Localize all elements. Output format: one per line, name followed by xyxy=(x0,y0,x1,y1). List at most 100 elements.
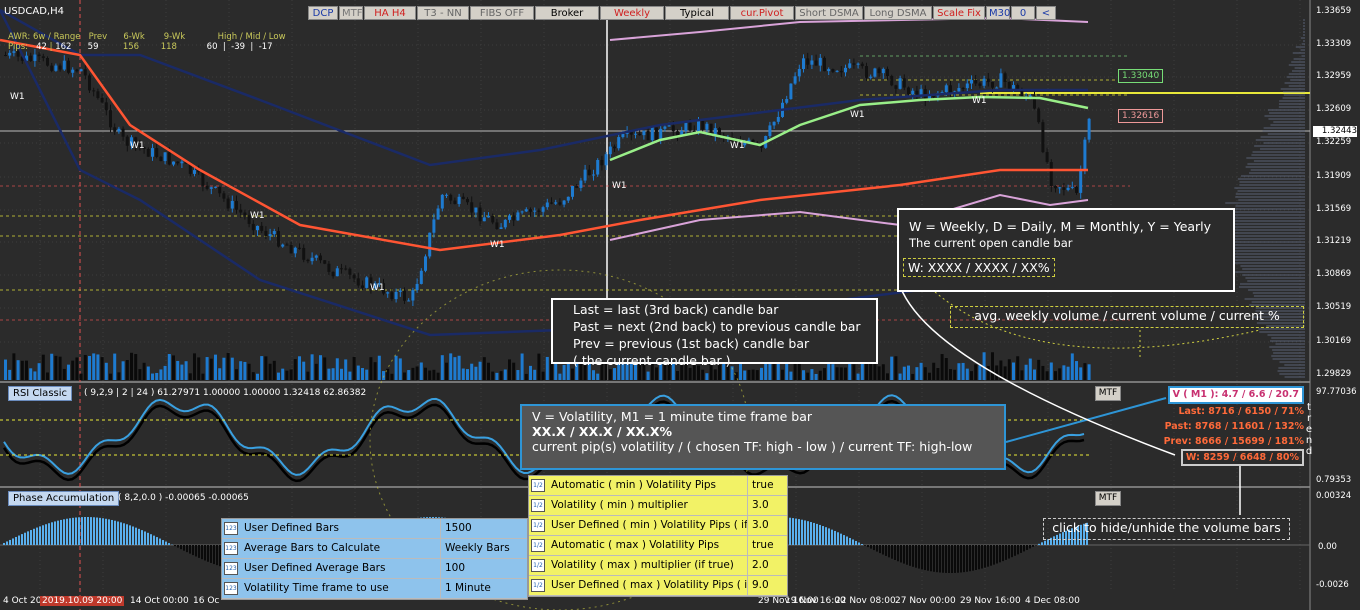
volume-bar xyxy=(806,372,810,380)
setting-name: User Defined ( min ) Volatility Pips ( i… xyxy=(547,516,748,535)
volume-bar xyxy=(415,366,419,380)
setting-value[interactable]: true xyxy=(748,476,774,495)
volume-bar xyxy=(802,370,805,380)
candle-body xyxy=(487,215,490,218)
volume-toggle-note[interactable]: click to hide/unhide the volume bars xyxy=(1043,518,1290,540)
volume-bar xyxy=(134,354,138,380)
setting-type-icon: 1/2 xyxy=(529,556,547,575)
volume-bar xyxy=(281,368,285,380)
candle-body xyxy=(218,186,222,194)
volume-bar xyxy=(50,353,54,380)
setting-row[interactable]: 1/2 Automatic ( max ) Volatility Pips true xyxy=(529,536,787,556)
setting-value[interactable]: 1 Minute xyxy=(441,579,491,598)
toolbar-button-long-dsma[interactable]: Long DSMA xyxy=(864,6,932,20)
volume-bar xyxy=(340,368,343,380)
setting-row[interactable]: 1/2 Volatility ( min ) multiplier 3.0 xyxy=(529,496,787,516)
volume-bar xyxy=(440,355,444,380)
volume-bar xyxy=(335,358,339,380)
price-axis-label: 1.30869 xyxy=(1316,269,1352,279)
setting-row[interactable]: 123 Volatility Time frame to use 1 Minute xyxy=(222,579,527,599)
toolbar-button-0[interactable]: 0 xyxy=(1011,6,1035,20)
candle-body xyxy=(575,185,579,188)
volume-bar xyxy=(818,370,822,380)
setting-row[interactable]: 123 Average Bars to Calculate Weekly Bars xyxy=(222,539,527,559)
volume-bar xyxy=(155,372,159,380)
candle-body xyxy=(4,55,7,56)
toolbar-button-t3-nn[interactable]: T3 - NN xyxy=(417,6,469,20)
volume-bar xyxy=(1062,365,1066,380)
candle-body xyxy=(54,65,58,71)
setting-value[interactable]: 2.0 xyxy=(748,556,769,575)
stat-past: Past: 8768 / 11601 / 132% xyxy=(1164,421,1304,432)
setting-row[interactable]: 1/2 Automatic ( min ) Volatility Pips true xyxy=(529,476,787,496)
volume-bar xyxy=(499,371,503,380)
candle-body xyxy=(344,268,348,270)
volume-bar xyxy=(646,371,650,380)
setting-row[interactable]: 123 User Defined Bars 1500 xyxy=(222,519,527,539)
stat-weekly[interactable]: W: 8259 / 6648 / 80% xyxy=(1180,449,1304,466)
candle-body xyxy=(650,127,654,141)
candle-body xyxy=(785,99,789,103)
toolbar-button-short-dsma[interactable]: Short DSMA xyxy=(795,6,863,20)
candle-body xyxy=(155,148,159,157)
volume-bar xyxy=(482,357,486,380)
time-axis-label: 16 Oc xyxy=(193,596,220,606)
toolbar-button-mtf[interactable]: MTF xyxy=(339,6,363,20)
setting-value[interactable]: 9.0 xyxy=(748,576,769,595)
rsi-mtf-button[interactable]: MTF xyxy=(1095,386,1121,401)
candle-body xyxy=(991,82,994,88)
awr-hml: 60 | -39 | -17 xyxy=(206,42,273,52)
volume-bar xyxy=(743,370,747,380)
volume-bar xyxy=(230,357,234,380)
toolbar-button-dcp[interactable]: DCP xyxy=(308,6,338,20)
trend-letter: n xyxy=(1305,435,1313,446)
note-volatility-line3: current pip(s) volatility / ( chosen TF:… xyxy=(532,439,973,454)
setting-value[interactable]: 1500 xyxy=(441,519,472,538)
setting-row[interactable]: 1/2 User Defined ( max ) Volatility Pips … xyxy=(529,576,787,596)
rsi-values: ( 9,2,9 | 2 | 24 ) 61.27971 1.00000 1.00… xyxy=(84,388,367,398)
toolbar-button-ha-h4[interactable]: HA H4 xyxy=(364,6,416,20)
candle-body xyxy=(646,130,650,141)
setting-row[interactable]: 1/2 User Defined ( min ) Volatility Pips … xyxy=(529,516,787,536)
toolbar-button-weekly[interactable]: Weekly xyxy=(600,6,664,20)
candle-body xyxy=(814,60,818,66)
setting-value[interactable]: 3.0 xyxy=(748,516,769,535)
toolbar-button-broker[interactable]: Broker xyxy=(535,6,599,20)
setting-type-icon: 1/2 xyxy=(529,516,547,535)
setting-value[interactable]: Weekly Bars xyxy=(441,539,510,558)
setting-value[interactable]: 3.0 xyxy=(748,496,769,515)
toolbar-button-scale-fix[interactable]: Scale Fix xyxy=(933,6,985,20)
rsi-classic-title[interactable]: RSI Classic xyxy=(8,386,73,401)
toolbar-button-typical[interactable]: Typical xyxy=(665,6,729,20)
candle-body xyxy=(277,231,280,247)
volume-bar xyxy=(1037,359,1041,380)
volume-bar xyxy=(424,367,427,380)
volume-bar xyxy=(944,358,948,380)
toolbar-button-fibs-off[interactable]: FIBS OFF xyxy=(470,6,534,20)
volume-bar xyxy=(613,368,616,380)
phase-values: ( 8,2,0.0 ) -0.00065 -0.00065 xyxy=(118,493,249,503)
candle-body xyxy=(890,75,894,86)
setting-value[interactable]: 100 xyxy=(441,559,465,578)
setting-row[interactable]: 1/2 Volatility ( max ) multiplier (if tru… xyxy=(529,556,787,576)
note-current: ( the current candle bar ) xyxy=(573,353,731,368)
candle-body xyxy=(1003,73,1007,82)
phase-mtf-button[interactable]: MTF xyxy=(1095,491,1121,506)
volume-bar xyxy=(928,372,931,380)
volume-bar xyxy=(4,359,7,380)
toolbar-button--[interactable]: < xyxy=(1036,6,1056,20)
volume-bar xyxy=(545,356,549,380)
candle-body xyxy=(877,68,881,74)
setting-row[interactable]: 123 User Defined Average Bars 100 xyxy=(222,559,527,579)
candle-body xyxy=(886,68,889,76)
candle-body xyxy=(419,270,423,284)
price-axis-label: 1.31909 xyxy=(1316,171,1352,181)
phase-accumulation-title[interactable]: Phase Accumulation xyxy=(8,491,120,506)
setting-value[interactable]: true xyxy=(748,536,774,555)
awr-values: Pips: 42 | 162 59 156 118 60 | -39 | -17 xyxy=(8,42,273,52)
setting-name: Volatility ( max ) multiplier (if true) xyxy=(547,556,748,575)
candle-body xyxy=(176,161,180,164)
toolbar-button-cur-pivot[interactable]: cur.Pivot xyxy=(730,6,794,20)
volume-bar xyxy=(432,369,436,380)
toolbar-button-m30[interactable]: M30 xyxy=(986,6,1010,20)
